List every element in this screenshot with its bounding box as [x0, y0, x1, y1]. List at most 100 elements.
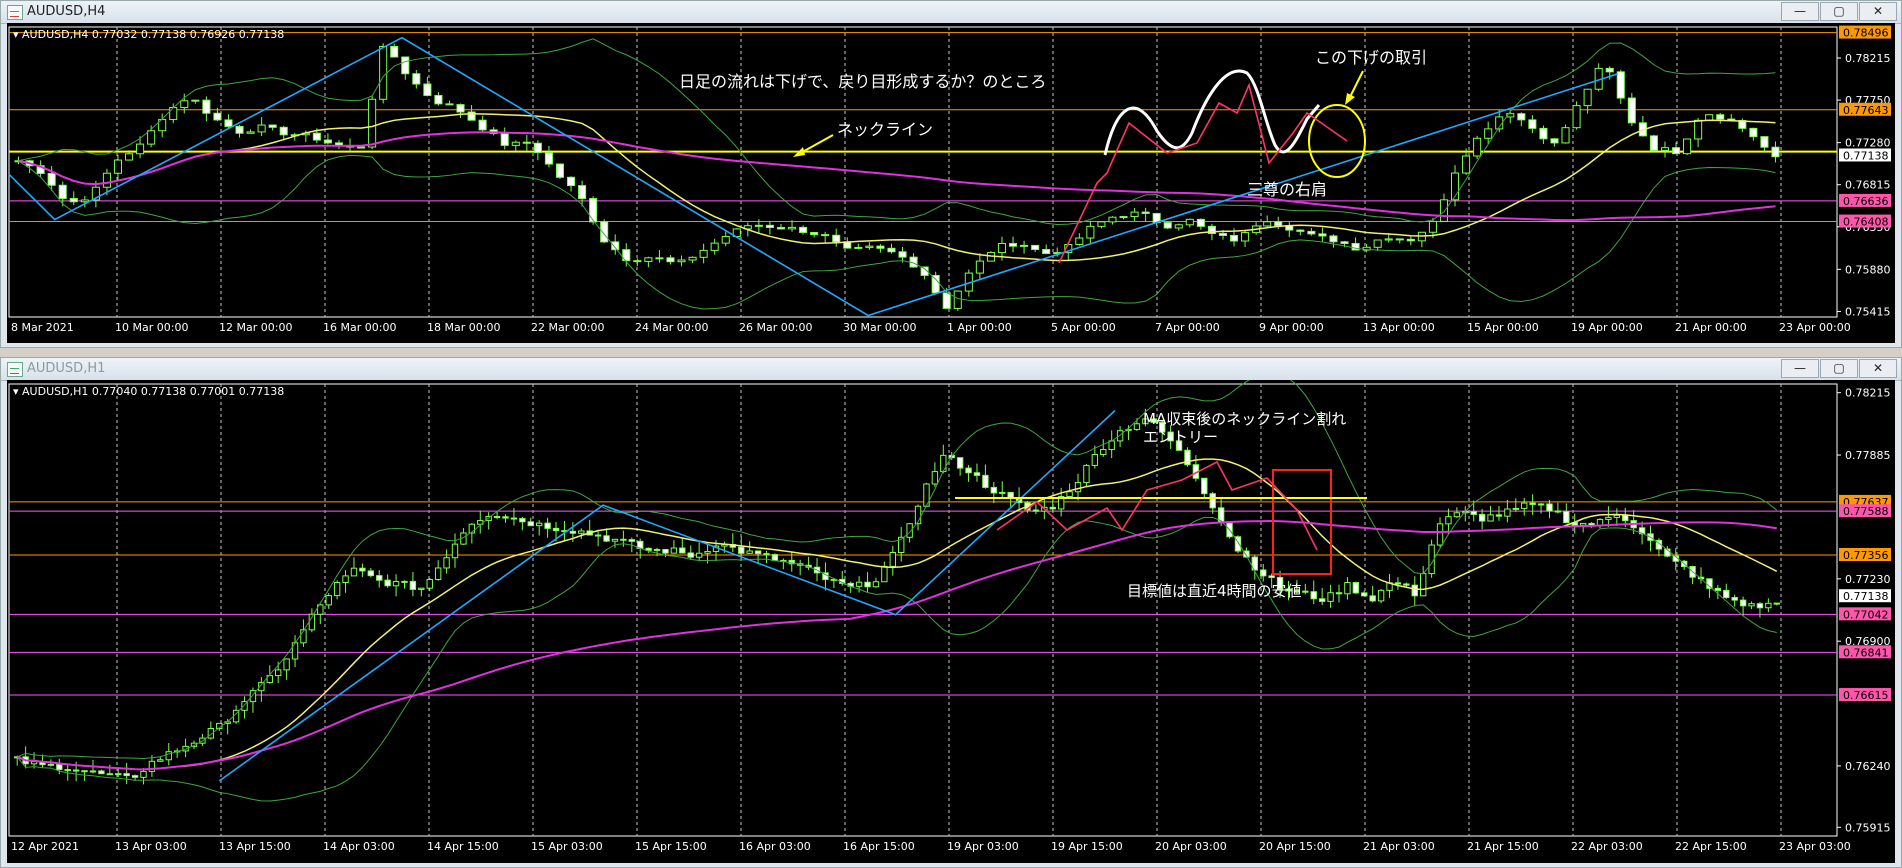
- candle-body: [552, 527, 560, 532]
- candle-body: [191, 99, 200, 102]
- window-titlebar[interactable]: AUDUSD,H4 — ▢ ✕: [1, 1, 1901, 24]
- candle-body: [1453, 512, 1461, 518]
- candle-body: [1596, 518, 1604, 526]
- candle-body: [876, 245, 885, 249]
- annotation-daily-trend: 日足の流れは下げで、戻り目形成するか？のところ: [679, 72, 1046, 91]
- annotation-ma-convergence: MA収束後のネックライン割れ: [1143, 410, 1346, 428]
- candle-body: [746, 550, 753, 554]
- candle-body: [275, 669, 282, 677]
- x-tick-label: 16 Mar 00:00: [323, 321, 396, 334]
- candle-body: [1765, 602, 1772, 609]
- candle-body: [1163, 222, 1172, 229]
- minimize-button[interactable]: —: [1781, 359, 1819, 378]
- candle-body: [1384, 238, 1393, 241]
- candle-body: [423, 83, 432, 96]
- x-tick-label: 21 Apr 15:00: [1467, 840, 1539, 853]
- x-tick-label: 8 Mar 2021: [11, 321, 74, 334]
- chart-window-h4[interactable]: AUDUSD,H4 — ▢ ✕ 8 Mar 2021 10 Mar 00:00 12…: [0, 0, 1902, 348]
- candle-body: [1335, 592, 1343, 595]
- price-chart-h1[interactable]: 12 Apr 2021 13 Apr 03:00 13 Apr 15:00 14 Ap…: [7, 380, 1895, 860]
- y-tick-label: 0.78215: [1845, 387, 1891, 400]
- price-tag: 0.77588: [1843, 505, 1889, 518]
- candle-body: [412, 73, 421, 85]
- candle-body: [1528, 119, 1537, 129]
- candle-body: [1032, 509, 1040, 512]
- candle-body: [931, 274, 940, 294]
- candle-body: [312, 132, 321, 141]
- x-tick-label: 12 Apr 2021: [11, 840, 79, 853]
- window-title: AUDUSD,H1: [27, 361, 106, 376]
- candle-body: [47, 172, 56, 186]
- candle-body: [1369, 595, 1376, 602]
- candle-body: [771, 554, 779, 562]
- maximize-button[interactable]: ▢: [1820, 359, 1858, 378]
- x-tick-label: 13 Apr 00:00: [1363, 321, 1435, 334]
- x-tick-label: 1 Apr 00:00: [947, 321, 1012, 334]
- close-button[interactable]: ✕: [1859, 2, 1897, 21]
- y-tick-label: 0.75915: [1845, 821, 1891, 834]
- candle-body: [544, 152, 553, 165]
- candle-body: [527, 521, 534, 527]
- candle-body: [368, 98, 377, 148]
- candle-body: [56, 763, 63, 771]
- candle-body: [283, 658, 290, 671]
- candle-body: [589, 198, 598, 223]
- candle-body: [502, 516, 509, 519]
- candle-body: [357, 146, 366, 149]
- candle-body: [1229, 234, 1239, 242]
- annotation-right-shoulder: 三尊の右肩: [1247, 180, 1327, 199]
- minimize-button[interactable]: —: [1781, 2, 1819, 21]
- chart-window-h1[interactable]: AUDUSD,H1 — ▢ ✕ 12 Apr 2021 13 Apr 03:00 1…: [0, 357, 1902, 868]
- candle-body: [1749, 127, 1758, 138]
- x-tick-label: 13 Apr 15:00: [219, 840, 291, 853]
- maximize-button[interactable]: ▢: [1820, 2, 1858, 21]
- annotation-this-trade: この下げの取引: [1315, 48, 1427, 67]
- candle-body: [1748, 603, 1755, 607]
- annotation-neckline: ネックライン: [837, 120, 933, 139]
- y-tick-label: 0.76815: [1845, 179, 1891, 192]
- candle-body: [1537, 503, 1545, 506]
- chart-canvas[interactable]: 12 Apr 2021 13 Apr 03:00 13 Apr 15:00 14 Ap…: [7, 380, 1895, 863]
- candle-body: [566, 176, 576, 187]
- candle-body: [754, 550, 762, 555]
- candle-body: [1373, 239, 1382, 248]
- candle-body: [169, 107, 178, 121]
- candle-body: [655, 257, 664, 260]
- candle-body: [710, 242, 719, 251]
- candle-body: [180, 100, 189, 109]
- candle-body: [699, 249, 708, 258]
- candle-body: [832, 234, 841, 243]
- price-tag: 0.76636: [1843, 195, 1889, 208]
- candle-body: [1307, 230, 1316, 235]
- candle-body: [379, 45, 388, 100]
- candle-body: [1605, 516, 1612, 520]
- candle-body: [662, 548, 669, 554]
- y-tick-label: 0.77280: [1845, 137, 1891, 150]
- candle-body: [544, 522, 551, 529]
- candle-body: [1521, 502, 1528, 509]
- candle-body: [931, 471, 939, 485]
- candle-body: [1395, 238, 1404, 241]
- window-titlebar[interactable]: AUDUSD,H1 — ▢ ✕: [1, 358, 1901, 381]
- candle-body: [1066, 491, 1073, 498]
- candle-body: [510, 517, 518, 520]
- close-button[interactable]: ✕: [1859, 359, 1897, 378]
- x-tick-label: 5 Apr 00:00: [1051, 321, 1116, 334]
- candle-body: [1185, 218, 1194, 226]
- candle-body: [653, 548, 661, 551]
- price-tag: 0.78496: [1843, 27, 1889, 40]
- x-tick-label: 22 Apr 15:00: [1675, 840, 1747, 853]
- candle-body: [1083, 464, 1090, 484]
- chart-canvas[interactable]: 8 Mar 2021 10 Mar 00:00 12 Mar 00:00 16 Mar…: [7, 23, 1895, 343]
- candle-body: [670, 547, 678, 554]
- candle-body: [235, 125, 244, 134]
- candle-body: [999, 491, 1006, 494]
- candle-body: [677, 259, 686, 263]
- candle-body: [1318, 598, 1326, 602]
- candle-body: [451, 543, 459, 559]
- candle-body: [953, 290, 962, 309]
- candle-body: [224, 119, 233, 127]
- candle-body: [594, 534, 602, 537]
- candle-body: [1439, 199, 1449, 222]
- price-chart-h4[interactable]: 8 Mar 2021 10 Mar 00:00 12 Mar 00:00 16 Mar…: [7, 23, 1895, 341]
